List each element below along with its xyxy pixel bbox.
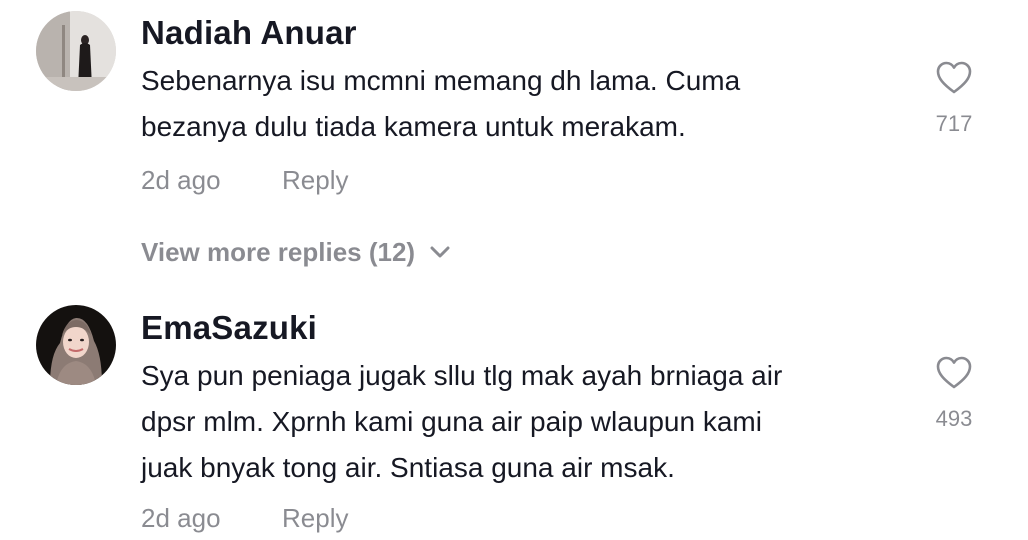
comment-text: Sya pun peniaga jugak sllu tlg mak ayah … xyxy=(141,353,881,491)
view-more-replies-button[interactable]: View more replies (12) xyxy=(141,235,451,269)
reply-button[interactable]: Reply xyxy=(282,163,348,197)
comment-timestamp: 2d ago xyxy=(141,165,221,195)
comment-text-line: Sebenarnya isu mcmni memang dh lama. Cum… xyxy=(141,65,741,96)
reply-button[interactable]: Reply xyxy=(282,501,348,535)
like-control: 717 xyxy=(914,60,994,138)
heart-icon[interactable] xyxy=(935,355,973,391)
comment-text-line: juak bnyak tong air. Sntiasa guna air ms… xyxy=(141,452,675,483)
avatar[interactable] xyxy=(36,305,116,385)
chevron-down-icon xyxy=(430,246,450,258)
view-more-replies-label: View more replies (12) xyxy=(141,237,416,267)
user-avatar-photo-icon xyxy=(36,11,116,91)
comment-meta: 2d ago Reply xyxy=(141,163,348,197)
comment-text-line: dpsr mlm. Xprnh kami guna air paip wlaup… xyxy=(141,406,762,437)
comment-item: EmaSazuki Sya pun peniaga jugak sllu tlg… xyxy=(0,300,1028,540)
like-control: 493 xyxy=(914,355,994,433)
comment-text-line: Sya pun peniaga jugak sllu tlg mak ayah … xyxy=(141,360,783,391)
like-count: 717 xyxy=(935,111,973,136)
avatar[interactable] xyxy=(36,11,116,91)
like-count: 493 xyxy=(935,406,973,431)
comment-username[interactable]: EmaSazuki xyxy=(141,308,317,348)
comment-text-line: bezanya dulu tiada kamera untuk merakam. xyxy=(141,111,686,142)
comment-username[interactable]: Nadiah Anuar xyxy=(141,13,357,53)
comment-meta: 2d ago Reply xyxy=(141,501,348,535)
comment-text: Sebenarnya isu mcmni memang dh lama. Cum… xyxy=(141,58,881,150)
user-avatar-photo-icon xyxy=(36,305,116,385)
comment-item: Nadiah Anuar Sebenarnya isu mcmni memang… xyxy=(0,0,1028,290)
heart-icon[interactable] xyxy=(935,60,973,96)
comment-timestamp: 2d ago xyxy=(141,503,221,533)
